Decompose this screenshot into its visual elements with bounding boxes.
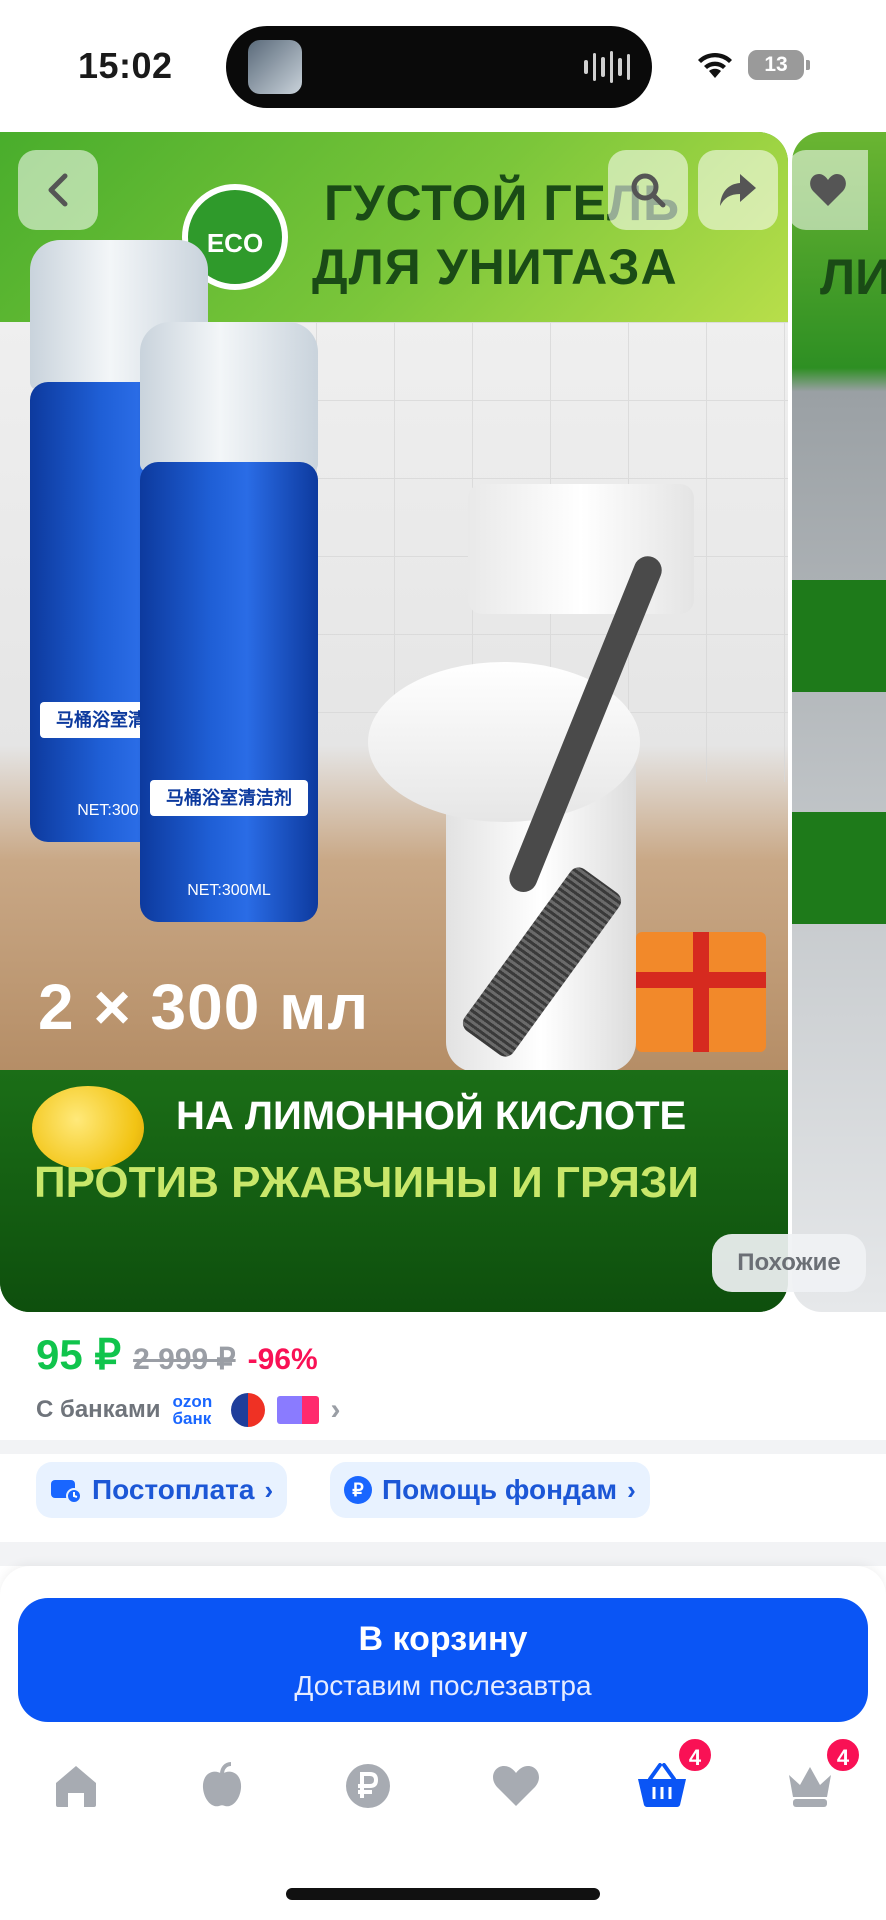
chevron-left-icon: [48, 173, 68, 207]
similar-button[interactable]: Похожие: [712, 1234, 866, 1292]
current-price: 95 ₽: [36, 1331, 122, 1378]
tab-finance[interactable]: [338, 1756, 398, 1816]
favorite-button[interactable]: [788, 150, 868, 230]
volume-label: 2 × 300 мл: [38, 971, 370, 1043]
chevron-right-icon: ›: [330, 1393, 341, 1426]
status-time: 15:02: [78, 45, 173, 86]
now-playing-thumbnail: [248, 40, 302, 94]
ruble-coin-icon: ₽: [344, 1476, 372, 1504]
bank-logo-icon: [230, 1393, 265, 1427]
cart-button-subtitle: Доставим послезавтра: [294, 1670, 592, 1701]
toilet-tank: [468, 484, 694, 614]
bank-logo-icon: [276, 1396, 319, 1424]
tab-profile[interactable]: 4: [780, 1736, 862, 1816]
search-icon: [631, 173, 666, 208]
postpay-chip[interactable]: Постоплата ›: [36, 1462, 288, 1518]
wallet-clock-icon: [51, 1480, 82, 1504]
tab-fresh[interactable]: [192, 1756, 252, 1816]
heart-icon: [493, 1766, 539, 1806]
gift-icon: [636, 932, 766, 1052]
home-indicator[interactable]: [286, 1888, 600, 1900]
price-row: 95 ₽ 2 999 ₽ -96%: [36, 1330, 318, 1384]
crown-icon: [789, 1767, 831, 1807]
feature-text-1: НА ЛИМОННОЙ КИСЛОТЕ: [176, 1094, 687, 1138]
basket-icon: [638, 1763, 686, 1807]
home-icon: [56, 1766, 96, 1807]
share-button[interactable]: [698, 150, 778, 230]
cart-button-title: В корзину: [358, 1620, 528, 1658]
battery-indicator: 13: [748, 50, 810, 80]
banks-label: С банками: [36, 1396, 161, 1423]
add-to-cart-button[interactable]: В корзину Доставим послезавтра: [18, 1598, 868, 1722]
bank-offers-row[interactable]: С банками ozon банк ›: [36, 1390, 341, 1430]
product-image[interactable]: ECO ГУСТОЙ ГЕЛЬ ДЛЯ УНИТАЗА 马桶浴室清洁剂 NET:…: [0, 132, 788, 1312]
product-gallery[interactable]: ECO ГУСТОЙ ГЕЛЬ ДЛЯ УНИТАЗА 马桶浴室清洁剂 NET:…: [0, 132, 886, 1312]
ruble-icon: [346, 1764, 390, 1808]
next-image-title: ЛИ: [820, 249, 886, 305]
spray-can: 马桶浴室清洁剂 NET:300ML: [140, 462, 318, 922]
status-bar: 15:02 13: [0, 0, 886, 130]
feature-text-2: ПРОТИВ РЖАВЧИНЫ И ГРЯЗИ: [34, 1158, 700, 1207]
audio-wave-icon: [584, 50, 630, 84]
next-product-image[interactable]: ЛИ: [792, 132, 886, 1312]
search-button[interactable]: [608, 150, 688, 230]
old-price: 2 999 ₽: [133, 1343, 236, 1376]
tab-favorites[interactable]: [486, 1756, 546, 1816]
tab-home[interactable]: [46, 1756, 106, 1816]
postpay-label: Постоплата: [92, 1474, 255, 1505]
dynamic-island[interactable]: [226, 26, 652, 108]
wifi-icon: [698, 52, 732, 78]
chevron-right-icon: ›: [264, 1474, 274, 1505]
profile-count-badge: 4: [824, 1736, 862, 1774]
charity-chip[interactable]: ₽ Помощь фондам ›: [330, 1462, 650, 1518]
share-icon: [720, 174, 756, 206]
divider: [0, 1440, 886, 1454]
ozon-bank-logo: ozon банк: [172, 1392, 213, 1428]
discount-badge: -96%: [247, 1343, 318, 1376]
image-headline-2: ДЛЯ УНИТАЗА: [312, 239, 678, 295]
spray-can-cap: [140, 322, 318, 472]
apple-icon: [202, 1762, 242, 1807]
tab-bar: 4 4: [0, 1736, 886, 1846]
back-button[interactable]: [18, 150, 98, 230]
heart-icon: [810, 174, 846, 206]
cart-count-badge: 4: [676, 1736, 714, 1774]
tab-cart[interactable]: 4: [632, 1736, 714, 1816]
charity-label: Помощь фондам: [382, 1474, 618, 1505]
chevron-right-icon: ›: [627, 1474, 636, 1505]
divider: [0, 1542, 886, 1566]
